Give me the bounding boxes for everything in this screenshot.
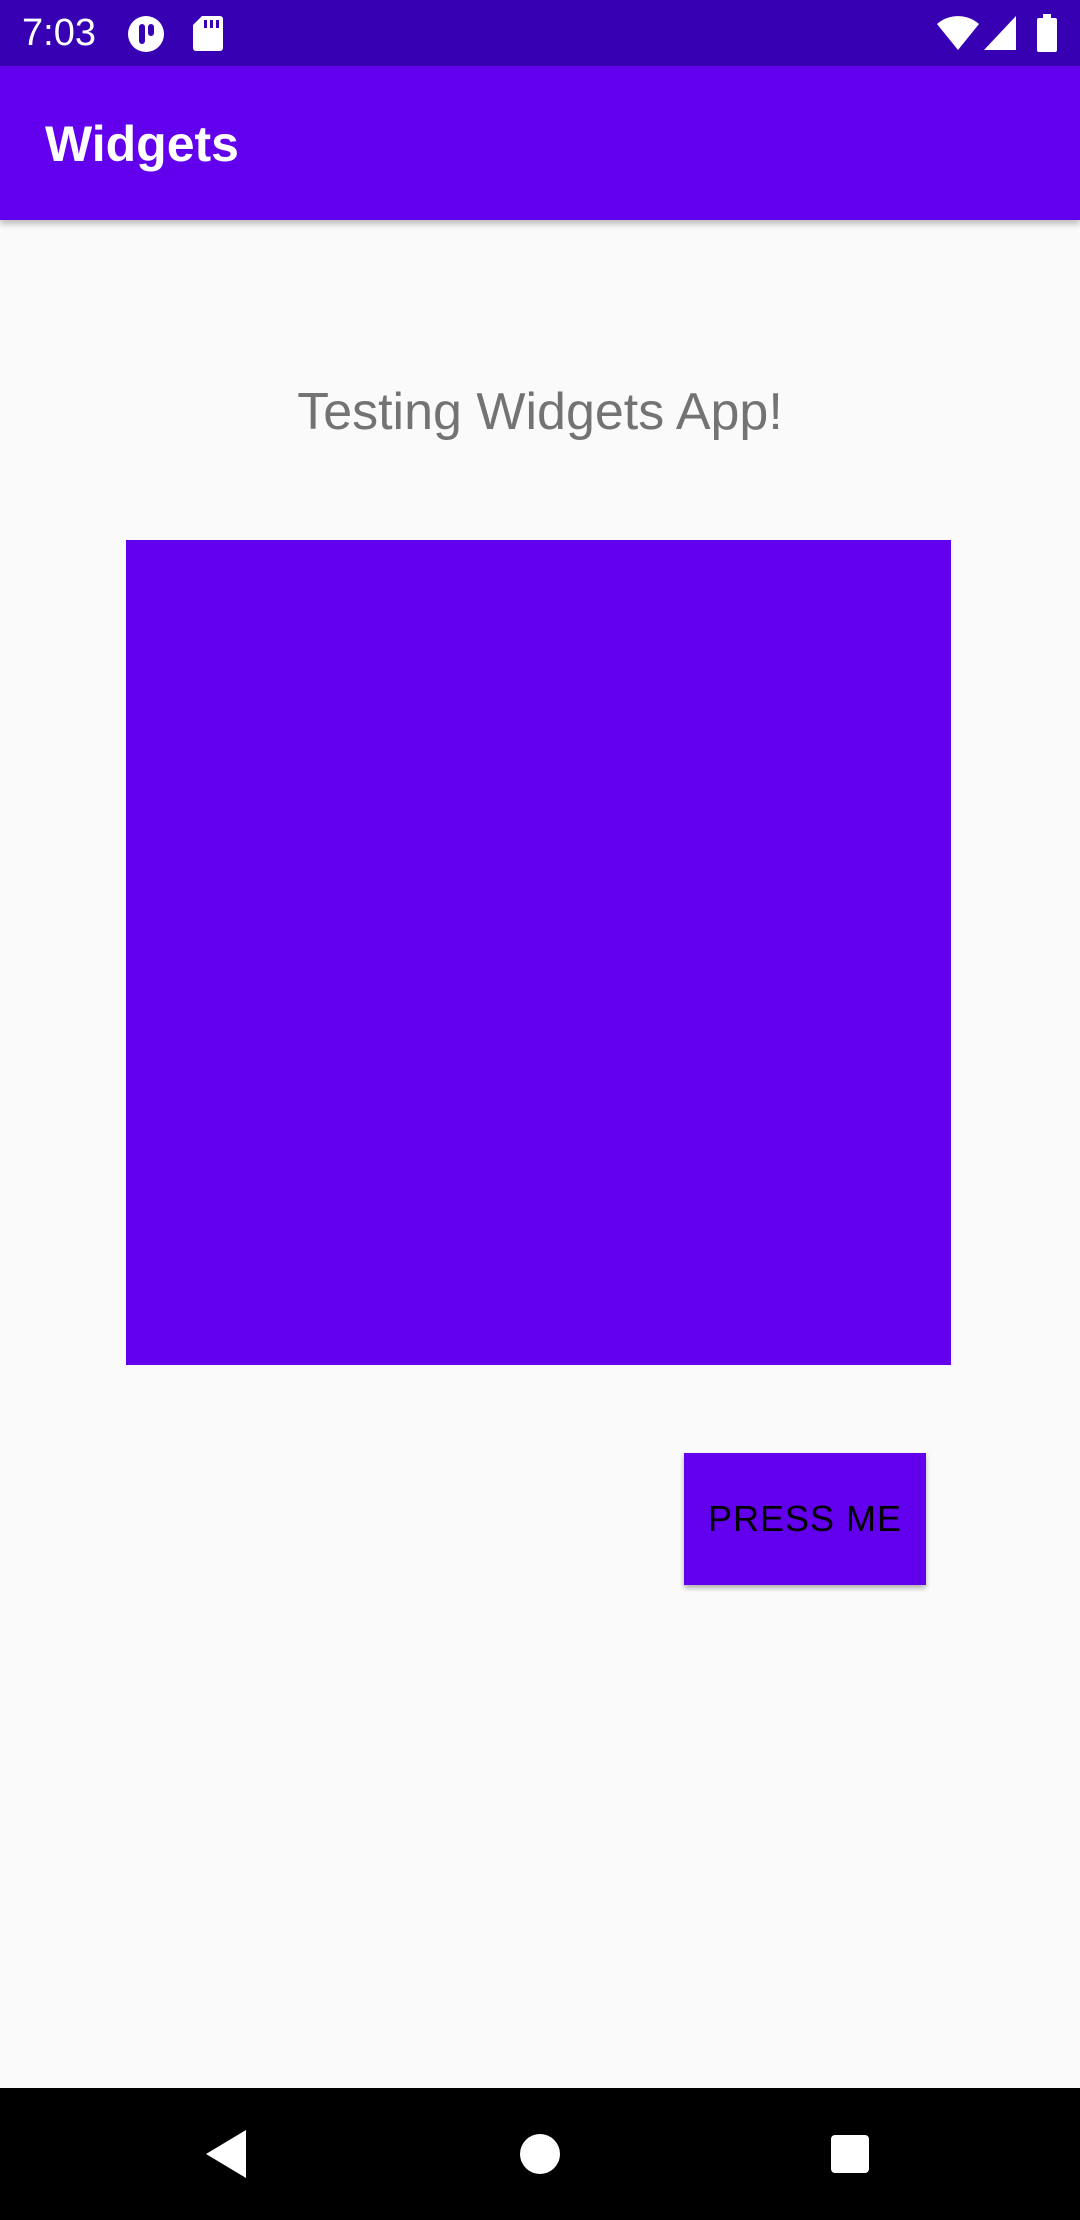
sd-card-icon — [192, 14, 224, 57]
recents-icon — [831, 2135, 869, 2173]
home-icon — [520, 2134, 560, 2174]
heading-text: Testing Widgets App! — [297, 383, 783, 441]
recents-button[interactable] — [814, 2118, 886, 2190]
app-bar: Widgets — [0, 66, 1080, 220]
screen: 7:03 Widgets Testing Widgets App! PRESS … — [0, 0, 1080, 2220]
home-button[interactable] — [504, 2118, 576, 2190]
status-bar: 7:03 — [0, 0, 1080, 66]
status-time: 7:03 — [22, 12, 96, 54]
battery-icon — [1036, 14, 1058, 57]
purple-box — [126, 540, 951, 1365]
press-me-button[interactable]: PRESS ME — [684, 1453, 926, 1585]
back-icon — [206, 2130, 246, 2178]
app-title: Widgets — [45, 116, 239, 172]
notification-app-icon — [126, 14, 166, 59]
navigation-bar — [0, 2088, 1080, 2220]
back-button[interactable] — [190, 2118, 262, 2190]
wifi-icon — [936, 14, 980, 57]
signal-icon — [982, 14, 1018, 57]
